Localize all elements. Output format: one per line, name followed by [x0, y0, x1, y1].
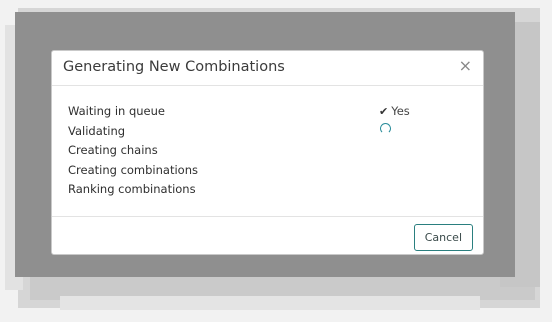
dialog-footer: Cancel: [52, 216, 483, 254]
loading-spinner-icon: [380, 123, 391, 134]
step-label: Ranking combinations: [68, 182, 196, 197]
backdrop-shadow: [60, 296, 480, 310]
step-label: Creating chains: [68, 143, 158, 158]
step-list: Waiting in queue Validating Creating chain…: [68, 104, 198, 202]
step-label: Waiting in queue: [68, 104, 165, 118]
status-text: Yes: [391, 104, 410, 118]
close-icon[interactable]: ×: [459, 57, 472, 75]
dialog-header: Generating New Combinations ×: [52, 51, 483, 86]
step-label: Validating: [68, 123, 126, 138]
dialog-title: Generating New Combinations: [63, 59, 285, 75]
step-status-column: ✔ Yes: [379, 104, 410, 134]
step-label: Creating combinations: [68, 162, 198, 177]
step-status-done: ✔ Yes: [379, 104, 410, 123]
checkmark-icon: ✔: [379, 105, 389, 118]
progress-dialog: Generating New Combinations × Waiting in…: [51, 50, 484, 255]
cancel-button[interactable]: Cancel: [413, 224, 473, 251]
